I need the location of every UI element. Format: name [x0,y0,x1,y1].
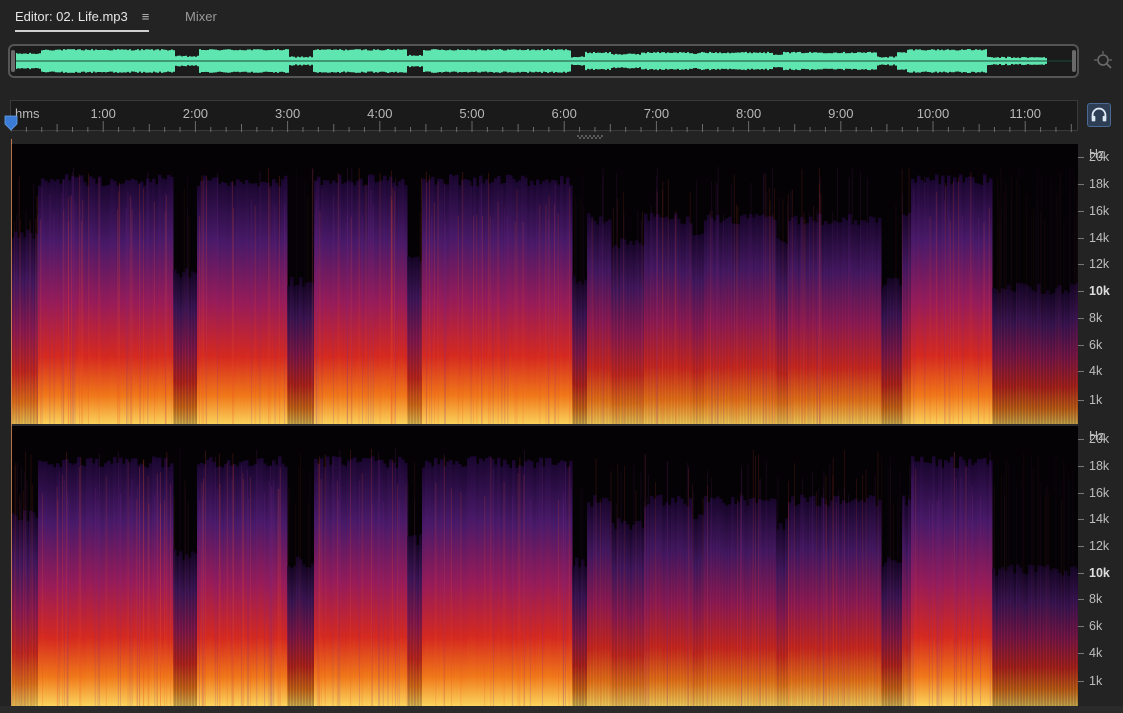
frequency-tick [1078,317,1084,319]
ruler-tick-label: 5:00 [459,106,485,121]
frequency-label: 10k [1089,565,1110,580]
panel-tab-bar: Editor: 02. Life.mp3 ≡ Mixer [0,0,1123,36]
frequency-label: 4k [1089,364,1103,379]
frequency-label: 12k [1089,257,1110,272]
frequency-label: 14k [1089,512,1110,527]
ruler-tick-label: 3:00 [274,106,301,121]
frequency-tick [1078,680,1084,682]
playhead-marker[interactable] [4,115,18,131]
ruler-tick-label: 2:00 [182,106,209,121]
frequency-tick [1078,626,1084,627]
frequency-tick [1078,264,1084,266]
ruler-tick-label: 9:00 [828,106,854,121]
frequency-tick [1078,466,1084,467]
frequency-label: 6k [1089,337,1103,352]
frequency-label: 8k [1089,592,1103,607]
frequency-tick [1078,399,1084,401]
overview-navigator[interactable] [8,44,1079,78]
frequency-label: 10k [1089,284,1110,299]
tab-editor[interactable]: Editor: 02. Life.mp3 ≡ [15,9,150,32]
bottom-strip [0,706,1123,713]
spectrogram-right [11,426,1078,706]
frequency-label: 4k [1089,645,1103,660]
frequency-tick [1078,546,1084,547]
frequency-tick [1078,439,1084,441]
ruler-tick-label: 1:00 [90,106,116,121]
frequency-label: 6k [1089,619,1103,633]
frequency-label: 18k [1089,177,1110,192]
headphones-button[interactable] [1087,103,1111,127]
frequency-tick [1078,237,1084,239]
headphones-icon [1091,107,1107,122]
ruler-tick-label: 11:00 [1009,106,1041,121]
playhead-line [11,139,12,707]
frequency-tick [1078,572,1084,574]
tab-editor-label: Editor: 02. Life.mp3 [15,9,128,24]
frequency-tick [1078,492,1084,494]
resize-grip[interactable] [577,135,605,139]
spectrogram-left [11,144,1078,425]
frequency-label: 20k [1089,150,1110,165]
frequency-label: 16k [1089,485,1110,500]
spectrogram-channel-left[interactable] [11,144,1078,425]
overview-handle-right[interactable] [1072,50,1076,72]
frequency-tick [1078,652,1084,654]
overview-handle-left[interactable] [11,50,15,72]
frequency-label: 16k [1089,203,1110,218]
frequency-label: 14k [1089,230,1110,245]
frequency-tick [1078,344,1084,346]
spectrogram-channel-right[interactable] [11,426,1078,706]
frequency-scale-left[interactable]: Hz 20k 18k 16k 14k 12k 10k 8k 6k 4k 1k [1078,144,1123,425]
zoom-to-fit-icon[interactable] [1093,50,1115,72]
frequency-label: 20k [1089,432,1110,447]
frequency-tick [1078,519,1084,521]
ruler-tick-label: 6:00 [551,106,577,121]
frequency-tick [1078,157,1084,159]
frequency-label: 12k [1089,539,1110,553]
panel-menu-icon[interactable]: ≡ [142,9,150,24]
ruler-unit-label: hms [15,106,40,121]
frequency-tick [1078,184,1084,186]
overview-waveform [16,49,1073,73]
frequency-label: 18k [1089,459,1110,473]
frequency-scale-right[interactable]: Hz 20k 18k 16k 14k 12k 10k 8k 6k 4k 1k [1078,426,1123,706]
time-ruler[interactable]: hms 1:00 2:00 3:00 4:00 5:00 6:00 7:00 8:00 9:00… [10,100,1078,132]
frequency-tick [1078,371,1084,373]
ruler-tick-label: 7:00 [643,106,670,121]
frequency-tick [1078,291,1084,293]
ruler-tick-label: 8:00 [735,106,762,121]
frequency-label: 1k [1089,673,1103,688]
frequency-tick [1078,210,1084,212]
frequency-tick [1078,599,1084,601]
frequency-label: 8k [1089,310,1103,325]
frequency-label: 1k [1089,392,1103,407]
ruler-tick-label: 4:00 [367,106,393,121]
ruler-tick-label: 10:00 [916,106,950,121]
tab-mixer[interactable]: Mixer [185,9,217,25]
